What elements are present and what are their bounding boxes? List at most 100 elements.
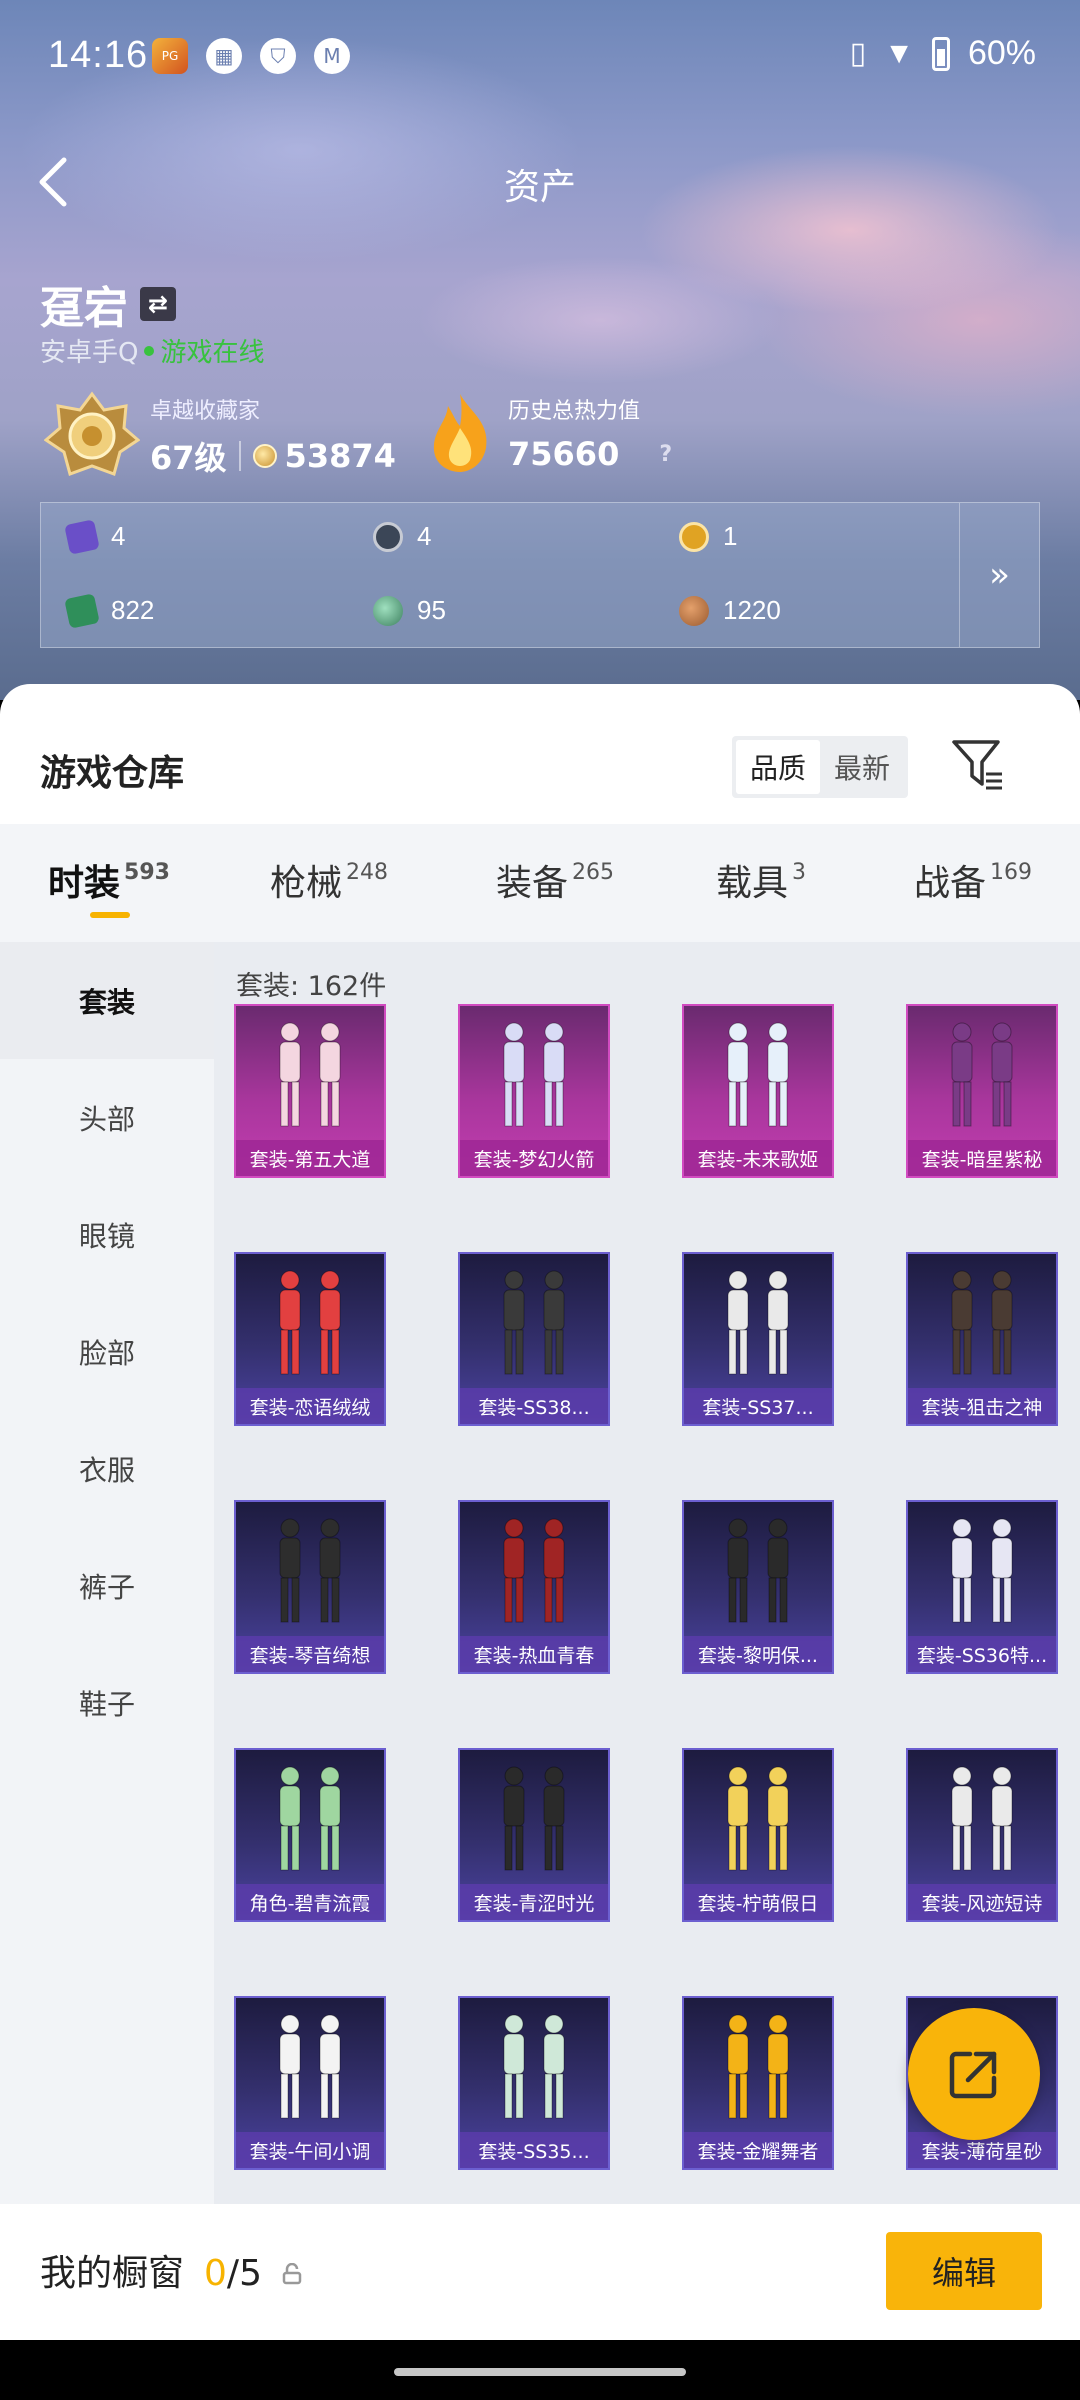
green-card-icon	[64, 592, 100, 629]
outfit-item-card[interactable]: 套装-SS35...	[458, 1996, 610, 2170]
outfit-preview-image	[727, 1518, 789, 1623]
outfit-preview-image	[951, 1518, 1013, 1623]
subcategory-sidebar: 套装 头部 眼镜 脸部 衣服 裤子 鞋子	[0, 942, 214, 2204]
wifi-icon: ▼	[884, 36, 914, 70]
outfit-item-card[interactable]: 套装-暗星紫秘	[906, 1004, 1058, 1178]
outfit-item-card[interactable]: 套装-热血青春	[458, 1500, 610, 1674]
warehouse-card: 游戏仓库 品质 最新 时装 593 枪械 248 装备 265 载具 3 战备 169 套…	[0, 684, 1080, 2204]
resource-panel[interactable]: 4 4 1 822 95 1220 »	[40, 502, 1040, 648]
showcase-max: 5	[239, 2253, 262, 2294]
outfit-preview-image	[503, 1518, 565, 1623]
collector-level: 67级	[150, 439, 227, 477]
outfit-preview-image	[727, 1766, 789, 1871]
outfit-preview-image	[727, 1270, 789, 1375]
outfit-item-card[interactable]: 套装-风迹短诗	[906, 1748, 1058, 1922]
sidebar-item-glasses[interactable]: 眼镜	[0, 1176, 214, 1293]
platform-label: 安卓手Q	[40, 338, 139, 368]
edit-button[interactable]: 编辑	[886, 2232, 1042, 2310]
sidebar-item-suit[interactable]: 套装	[0, 942, 214, 1059]
resource-item: 1	[679, 521, 737, 552]
outfit-item-label: 套装-午间小调	[236, 2132, 384, 2168]
gold-token-icon	[679, 521, 709, 552]
help-icon[interactable]: ?	[659, 442, 672, 467]
outfit-item-card[interactable]: 套装-第五大道	[234, 1004, 386, 1178]
share-button[interactable]	[908, 2008, 1040, 2140]
sidebar-item-pants[interactable]: 裤子	[0, 1527, 214, 1644]
outfit-item-card[interactable]: 套装-SS37...	[682, 1252, 834, 1426]
battery-icon	[931, 36, 950, 71]
outfit-item-card[interactable]: 套装-金耀舞者	[682, 1996, 834, 2170]
outfit-item-label: 套装-SS38...	[460, 1388, 608, 1424]
sidebar-item-clothes[interactable]: 衣服	[0, 1410, 214, 1527]
flame-icon	[433, 394, 487, 472]
tab-equipment[interactable]: 装备 265	[496, 854, 614, 906]
player-name: 趸宕	[40, 283, 128, 334]
outfit-item-card[interactable]: 套装-午间小调	[234, 1996, 386, 2170]
profile-header: 14:16 PG ▦ ⛉ M ▯ ▼ 60% 资产 趸宕 ⇄ 安卓手Q 游戏在线	[0, 0, 1080, 700]
collector-badge[interactable]: 卓越收藏家 67级 53874	[44, 390, 396, 482]
shield-icon: ⛉	[260, 38, 296, 74]
purple-card-icon	[64, 518, 100, 555]
outfit-item-label: 套装-风迹短诗	[908, 1884, 1056, 1920]
outfit-preview-image	[279, 1518, 341, 1623]
tab-vehicles[interactable]: 载具 3	[716, 854, 806, 906]
outfit-item-card[interactable]: 套装-青涩时光	[458, 1748, 610, 1922]
showcase-current: 0	[204, 2253, 227, 2294]
more-resources-icon[interactable]: »	[959, 503, 1039, 647]
outfit-item-card[interactable]: 套装-SS38...	[458, 1252, 610, 1426]
collector-label: 卓越收藏家	[150, 399, 261, 424]
home-gesture-handle[interactable]	[394, 2368, 686, 2376]
collector-medal-icon	[44, 391, 140, 476]
page-title: 资产	[503, 167, 576, 208]
outfit-preview-image	[279, 2014, 341, 2119]
tab-fashion[interactable]: 时装 593	[48, 854, 170, 906]
outfit-preview-image	[951, 1022, 1013, 1127]
coin-icon	[252, 444, 277, 468]
system-nav-bar	[0, 2340, 1080, 2400]
sort-newest-button[interactable]: 最新	[820, 740, 904, 794]
tab-guns[interactable]: 枪械 248	[270, 854, 388, 906]
outfit-preview-image	[503, 1270, 565, 1375]
outfit-item-label: 套装-黎明保...	[684, 1636, 832, 1672]
tab-supplies[interactable]: 战备 169	[914, 854, 1032, 906]
resource-item: 822	[64, 592, 154, 629]
outfit-preview-image	[503, 2014, 565, 2119]
outfit-item-card[interactable]: 套装-梦幻火箭	[458, 1004, 610, 1178]
resource-item: 1220	[679, 595, 781, 626]
outfit-item-label: 套装-青涩时光	[460, 1884, 608, 1920]
motorola-icon: M	[314, 38, 350, 74]
collector-coins: 53874	[284, 437, 396, 475]
sort-quality-button[interactable]: 品质	[736, 740, 821, 794]
outfit-item-label: 套装-SS37...	[684, 1388, 832, 1424]
vibrate-icon: ▯	[849, 37, 867, 70]
sidebar-item-head[interactable]: 头部	[0, 1059, 214, 1176]
outfit-item-card[interactable]: 角色-碧青流霞	[234, 1748, 386, 1922]
outfit-item-card[interactable]: 套装-黎明保...	[682, 1500, 834, 1674]
outfit-item-card[interactable]: 套装-柠萌假日	[682, 1748, 834, 1922]
outfit-item-label: 套装-琴音绮想	[236, 1636, 384, 1672]
showcase-bar: 我的橱窗 0/5 编辑	[0, 2204, 1080, 2340]
player-status: 安卓手Q 游戏在线	[40, 332, 264, 369]
outfit-preview-image	[279, 1270, 341, 1375]
active-tab-indicator	[90, 912, 130, 918]
outfit-preview-image	[951, 1766, 1013, 1871]
warehouse-title: 游戏仓库	[40, 753, 185, 794]
sidebar-item-face[interactable]: 脸部	[0, 1293, 214, 1410]
resource-item: 4	[64, 518, 125, 555]
outfit-item-label: 套装-热血青春	[460, 1636, 608, 1672]
heat-value: 75660	[508, 435, 620, 473]
filter-icon[interactable]	[950, 736, 1006, 794]
outfit-item-label: 套装-狙击之神	[908, 1388, 1056, 1424]
switch-account-icon[interactable]: ⇄	[140, 287, 176, 321]
outfit-item-label: 套装-暗星紫秘	[908, 1140, 1056, 1176]
outfit-item-card[interactable]: 套装-恋语绒绒	[234, 1252, 386, 1426]
outfit-item-card[interactable]: 套装-未来歌姬	[682, 1004, 834, 1178]
sidebar-item-shoes[interactable]: 鞋子	[0, 1644, 214, 1761]
outfit-item-card[interactable]: 套装-琴音绮想	[234, 1500, 386, 1674]
resource-item: 95	[373, 595, 446, 626]
showcase-label: 我的橱窗	[40, 2253, 185, 2294]
outfit-item-label: 套装-金耀舞者	[684, 2132, 832, 2168]
calendar-icon: ▦	[206, 38, 242, 74]
outfit-item-card[interactable]: 套装-狙击之神	[906, 1252, 1058, 1426]
outfit-item-card[interactable]: 套装-SS36特...	[906, 1500, 1058, 1674]
